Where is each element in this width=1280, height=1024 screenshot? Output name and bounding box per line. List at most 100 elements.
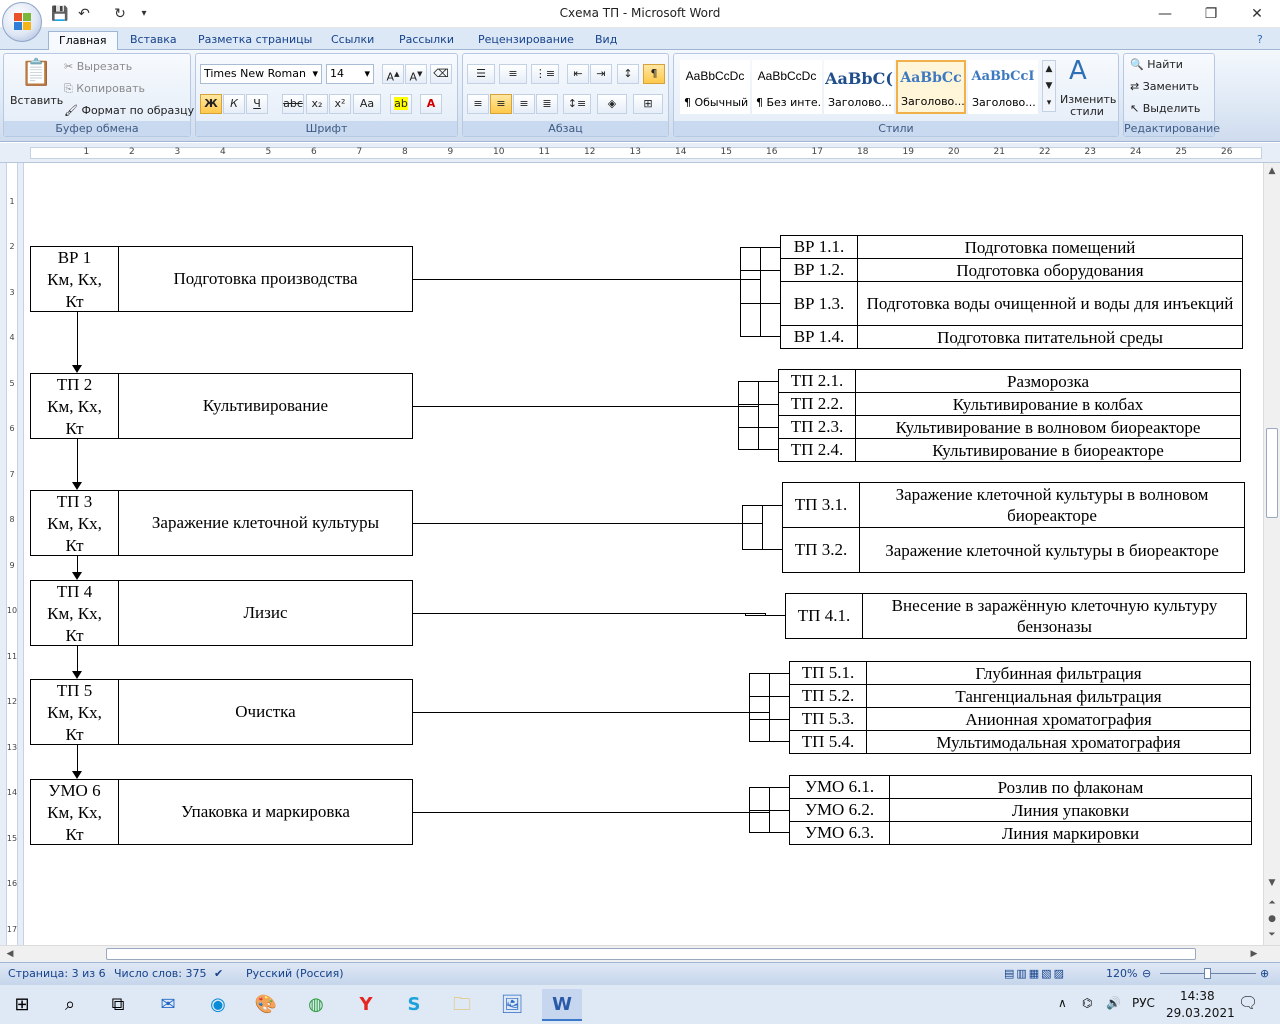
line-spacing-icon[interactable]: ↕≡ [563,94,591,114]
tab-insert[interactable]: Вставка [120,31,187,50]
style-no-spacing[interactable]: AaBbCcDc ¶ Без инте... [752,60,822,114]
copy-button[interactable]: Копировать [76,82,145,95]
zoom-out-icon[interactable]: ⊖ [1142,967,1151,980]
change-styles-icon[interactable]: A [1069,56,1087,86]
restore-icon[interactable]: ❐ [1188,0,1234,28]
paste-icon[interactable]: 📋 [20,58,52,88]
word-taskbar-icon[interactable]: W [542,989,582,1021]
zoom-in-icon[interactable]: ⊕ [1260,967,1269,980]
numbering-icon[interactable]: ≡ [499,64,527,84]
tab-page-layout[interactable]: Разметка страницы [188,31,322,50]
scroll-up-icon[interactable]: ▲ [1264,163,1280,179]
cut-button[interactable]: Вырезать [77,60,132,73]
help-icon[interactable]: ? [1254,31,1266,50]
subscript-button[interactable]: x₂ [306,94,328,114]
vertical-scrollbar[interactable]: ▲ ▼ ⏶ ● ⏷ [1263,163,1280,945]
edge-icon[interactable]: ◉ [198,989,238,1021]
italic-button[interactable]: К [223,94,245,114]
shrink-font-button[interactable]: A▼ [405,64,427,84]
file-explorer-icon[interactable]: 🗀 [442,989,482,1021]
tab-home[interactable]: Главная [48,31,118,50]
sort-icon[interactable]: ↕ [617,64,639,84]
clear-format-button[interactable]: ⌫ [430,64,452,84]
previous-page-icon[interactable]: ⏶ [1264,895,1280,911]
photos-icon[interactable]: 🖼 [492,989,532,1021]
close-icon[interactable]: ✕ [1234,0,1280,28]
horizontal-ruler[interactable]: 1 2 3 4 5 6 7 8 9 10 11 12 13 14 15 16 17 18 19 20 21 22 23 24 2… [0,143,1280,163]
proofing-icon[interactable]: ✔ [214,967,223,980]
task-view-icon[interactable]: ⧉ [98,989,138,1021]
minimize-icon[interactable]: — [1142,0,1188,28]
tab-mailings[interactable]: Рассылки [389,31,464,50]
multilevel-list-icon[interactable]: ⋮≡ [531,64,559,84]
grow-font-button[interactable]: A▲ [382,64,404,84]
style-heading-2[interactable]: AaBbCc Заголово... [896,60,966,114]
shading-icon[interactable]: ◈ [597,94,627,114]
scroll-right-icon[interactable]: ▶ [1246,946,1262,962]
save-icon[interactable]: 💾 [50,4,70,24]
zoom-slider-thumb[interactable] [1204,968,1211,979]
decrease-indent-icon[interactable]: ⇤ [567,64,589,84]
scroll-down-icon[interactable]: ▼ [1264,875,1280,891]
tray-expand-icon[interactable]: ∧ [1058,996,1067,1010]
language-indicator[interactable]: Русский (Россия) [246,967,344,980]
bullets-icon[interactable]: ☰ [467,64,495,84]
vertical-scroll-thumb[interactable] [1266,428,1278,518]
quick-access-dropdown-icon[interactable]: ▾ [134,4,154,24]
align-right-icon[interactable]: ≡ [513,94,535,114]
select-browse-object-icon[interactable]: ● [1264,911,1280,927]
change-case-button[interactable]: Aa [353,94,381,114]
yandex-browser-icon[interactable]: Y [346,989,386,1021]
horizontal-scrollbar[interactable]: ◀ ▶ [0,945,1280,962]
page-indicator[interactable]: Страница: 3 из 6 [8,967,106,980]
scroll-left-icon[interactable]: ◀ [2,946,18,962]
strikethrough-button[interactable]: abc [282,94,304,114]
change-styles-button[interactable]: Изменить стили [1060,94,1116,118]
clock-date[interactable]: 29.03.2021 [1166,1006,1235,1020]
font-size-select[interactable]: 14 ▾ [326,64,374,84]
replace-button[interactable]: Заменить [1143,80,1199,93]
network-icon[interactable]: ⌬ [1082,996,1092,1010]
word-count[interactable]: Число слов: 375 [114,967,207,980]
superscript-button[interactable]: x² [329,94,351,114]
tab-view[interactable]: Вид [585,31,627,50]
zoom-level[interactable]: 120% [1106,967,1137,980]
increase-indent-icon[interactable]: ⇥ [590,64,612,84]
notifications-icon[interactable]: 🗨 [1238,993,1258,1012]
underline-button[interactable]: Ч [246,94,268,114]
volume-icon[interactable]: 🔊 [1106,996,1121,1010]
align-center-icon[interactable]: ≡ [490,94,512,114]
view-buttons[interactable]: ▤▥▦▧▨ [1004,967,1066,980]
borders-icon[interactable]: ⊞ [633,94,663,114]
paint-icon[interactable]: 🎨 [246,989,286,1021]
next-page-icon[interactable]: ⏷ [1264,927,1280,943]
show-marks-icon[interactable]: ¶ [643,64,665,84]
find-button[interactable]: Найти [1147,58,1183,71]
document-page[interactable]: ВР 1 Км, Кх, Кт Подготовка производства ВР 1… [25,163,1263,945]
bold-button[interactable]: Ж [200,94,222,114]
skype-icon[interactable]: S [394,989,434,1021]
style-heading-3[interactable]: AaBbCcI Заголово... [968,60,1038,114]
tab-review[interactable]: Рецензирование [468,31,584,50]
undo-icon[interactable]: ↶ [74,4,94,24]
align-left-icon[interactable]: ≡ [467,94,489,114]
input-language[interactable]: РУС [1132,996,1155,1010]
paste-button[interactable]: Вставить [10,94,63,107]
styles-scroll-icon[interactable]: ▲ ▼ ▾ [1042,60,1056,112]
font-name-select[interactable]: Times New Roman ▾ [200,64,322,84]
justify-icon[interactable]: ≣ [536,94,558,114]
tab-references[interactable]: Ссылки [321,31,384,50]
mail-icon[interactable]: ✉ [148,989,188,1021]
select-button[interactable]: Выделить [1143,102,1201,115]
horizontal-scroll-thumb[interactable] [106,948,1196,960]
clock-time[interactable]: 14:38 [1180,989,1215,1003]
font-color-icon[interactable]: A [420,94,442,114]
search-icon[interactable]: ⌕ [50,989,90,1021]
vertical-ruler[interactable]: 1 2 3 4 5 6 7 8 9 10 11 12 13 14 15 16 17 [0,163,24,945]
windows-start-icon[interactable]: ⊞ [2,989,42,1021]
office-button[interactable] [2,2,42,42]
style-heading-1[interactable]: AaBbC( Заголово... [824,60,894,114]
chrome-icon[interactable]: ◍ [296,989,336,1021]
style-normal[interactable]: AaBbCcDc ¶ Обычный [680,60,750,114]
highlight-icon[interactable]: ab [390,94,412,114]
